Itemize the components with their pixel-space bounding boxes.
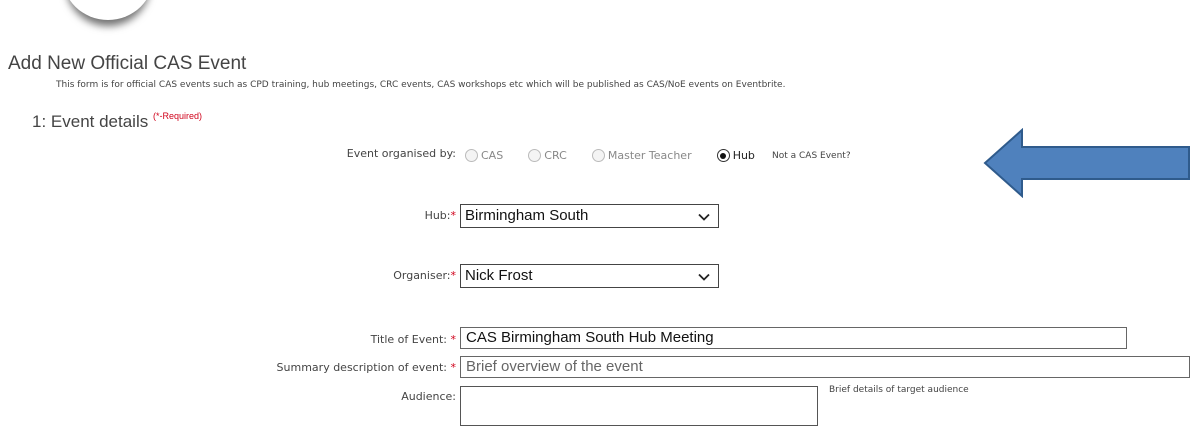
required-note: (*-Required): [152, 111, 203, 121]
radio-cas-label: CAS: [481, 149, 504, 162]
page-intro: This form is for official CAS events suc…: [56, 80, 786, 90]
hub-label-text: Hub:: [424, 209, 451, 222]
summary-placeholder: Brief overview of the event: [466, 358, 643, 375]
summary-label-cell: Summary description of event: *: [0, 361, 456, 385]
organiser-label-cell: Organiser:*: [0, 269, 456, 293]
radio-cas-circle[interactable]: [465, 149, 478, 162]
radio-crc-label: CRC: [544, 149, 567, 162]
organiser-select-value: Nick Frost: [465, 267, 533, 284]
organiser-label: Organiser:*: [393, 269, 456, 282]
chevron-down-icon: [698, 213, 710, 221]
hub-label: Hub:*: [425, 209, 456, 222]
title-of-event-input[interactable]: CAS Birmingham South Hub Meeting: [460, 327, 1127, 349]
page-title: Add New Official CAS Event: [8, 53, 247, 74]
hub-select[interactable]: Birmingham South: [460, 204, 719, 228]
blue-arrow-annotation: [983, 128, 1190, 198]
section-heading-text: 1: Event details: [32, 112, 149, 131]
summary-required-mark: *: [447, 361, 456, 374]
radio-master-teacher-circle[interactable]: [591, 149, 605, 162]
radio-master-teacher-label: Master Teacher: [607, 149, 692, 162]
organised-by-radio-group: CAS CRC Master Teacher Hub Not a CAS Eve…: [465, 145, 851, 165]
title-label-cell: Title of Event: *: [0, 333, 456, 357]
organiser-select[interactable]: Nick Frost: [460, 264, 719, 288]
organised-by-label-cell: Event organised by:: [0, 147, 456, 171]
organiser-required-mark: *: [450, 269, 457, 282]
cas-logo-swoosh: [62, 0, 154, 20]
hub-required-mark: *: [450, 209, 457, 222]
radio-cas[interactable]: CAS: [465, 149, 503, 162]
title-of-event-label-text: Title of Event:: [370, 333, 447, 346]
not-cas-event-link[interactable]: Not a CAS Event?: [772, 151, 851, 161]
chevron-down-icon: [698, 273, 710, 281]
title-of-event-label: Title of Event: *: [371, 333, 456, 346]
summary-label-text: Summary description of event:: [276, 361, 447, 374]
radio-crc[interactable]: CRC: [528, 149, 567, 162]
section-heading: 1: Event details (*-Required): [32, 111, 203, 132]
arrow-left-icon: [983, 128, 1190, 198]
radio-crc-circle[interactable]: [528, 149, 542, 162]
summary-label: Summary description of event: *: [277, 361, 456, 374]
audience-label-cell: Audience:: [0, 390, 456, 414]
radio-hub[interactable]: Hub: [716, 149, 755, 162]
title-required-mark: *: [447, 333, 456, 346]
hub-select-value: Birmingham South: [465, 207, 589, 224]
radio-master-teacher[interactable]: Master Teacher: [591, 149, 692, 162]
radio-hub-label: Hub: [732, 149, 755, 162]
summary-input[interactable]: Brief overview of the event: [460, 356, 1190, 378]
hub-label-cell: Hub:*: [0, 209, 456, 233]
title-of-event-value: CAS Birmingham South Hub Meeting: [466, 329, 714, 346]
organiser-label-text: Organiser:: [393, 269, 451, 282]
audience-hint: Brief details of target audience: [829, 385, 969, 395]
radio-hub-circle[interactable]: [716, 149, 730, 162]
organised-by-label: Event organised by:: [346, 147, 456, 160]
audience-label: Audience:: [401, 390, 456, 403]
audience-textarea[interactable]: [460, 386, 818, 426]
